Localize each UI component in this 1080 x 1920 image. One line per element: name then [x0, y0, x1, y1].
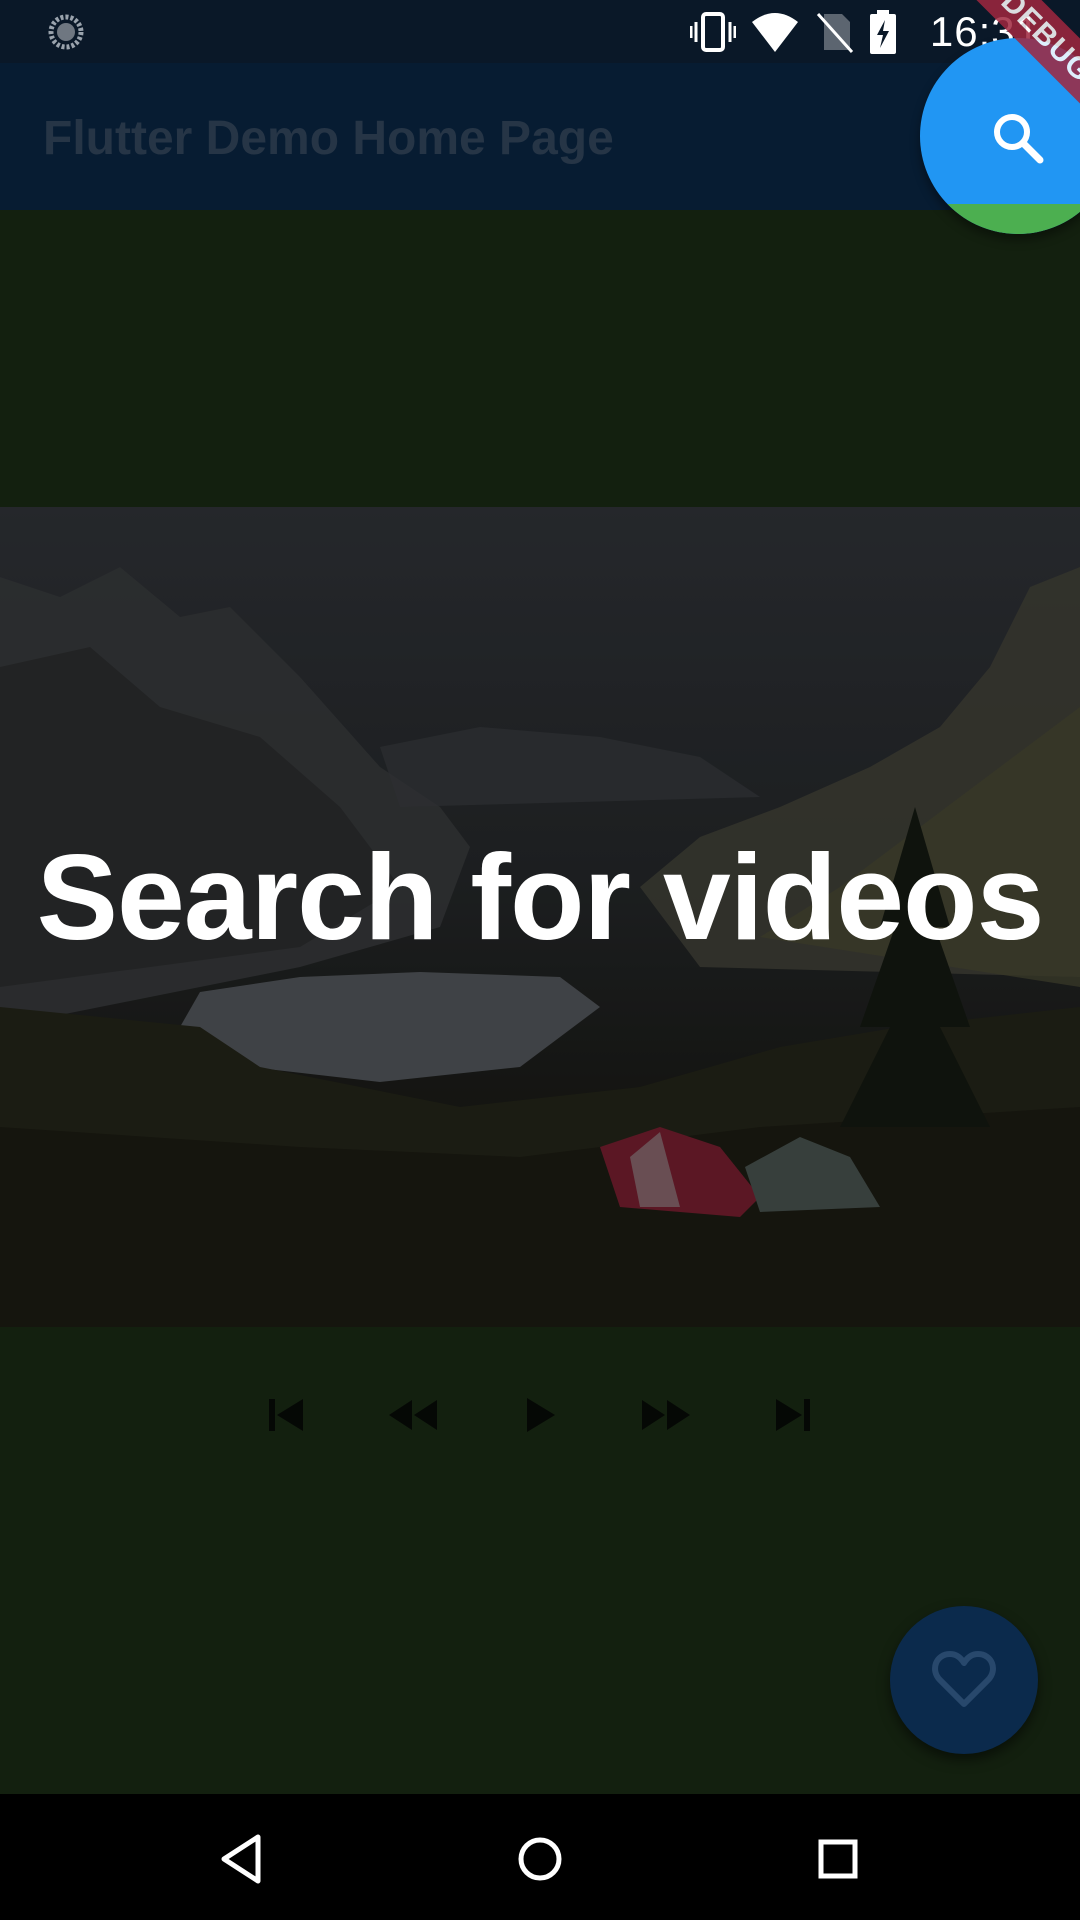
fab-accent-edge	[920, 204, 1080, 234]
navigation-bar	[0, 1794, 1080, 1920]
fast-forward-icon	[642, 1400, 690, 1430]
player-controls	[0, 1380, 1080, 1450]
skip-previous-icon	[269, 1399, 303, 1431]
skip-next-button[interactable]	[757, 1380, 827, 1450]
hero-image: Search for videos	[0, 507, 1080, 1327]
fast-forward-button[interactable]	[631, 1380, 701, 1450]
status-icons	[690, 10, 898, 54]
wifi-icon	[752, 13, 798, 52]
vibrate-icon	[690, 12, 736, 52]
app-bar: Flutter Demo Home Page	[0, 63, 1080, 210]
page-title: Flutter Demo Home Page	[43, 112, 614, 165]
favorite-button[interactable]	[890, 1606, 1038, 1754]
status-bar: 16:31	[0, 0, 1080, 63]
battery-charging-icon	[870, 10, 896, 54]
hero-title: Search for videos	[36, 829, 1045, 965]
play-icon	[527, 1398, 555, 1432]
rewind-icon	[389, 1400, 437, 1430]
search-icon	[994, 114, 1044, 164]
heart-outline-icon	[932, 1651, 996, 1707]
home-icon[interactable]	[510, 1829, 570, 1889]
back-icon[interactable]	[212, 1829, 272, 1889]
recents-icon[interactable]	[808, 1829, 868, 1889]
skip-previous-button[interactable]	[252, 1380, 322, 1450]
skip-next-icon	[776, 1399, 810, 1431]
rewind-button[interactable]	[378, 1380, 448, 1450]
play-button[interactable]	[505, 1380, 575, 1450]
no-sim-icon	[816, 12, 854, 54]
loading-spinner-icon	[48, 14, 84, 50]
